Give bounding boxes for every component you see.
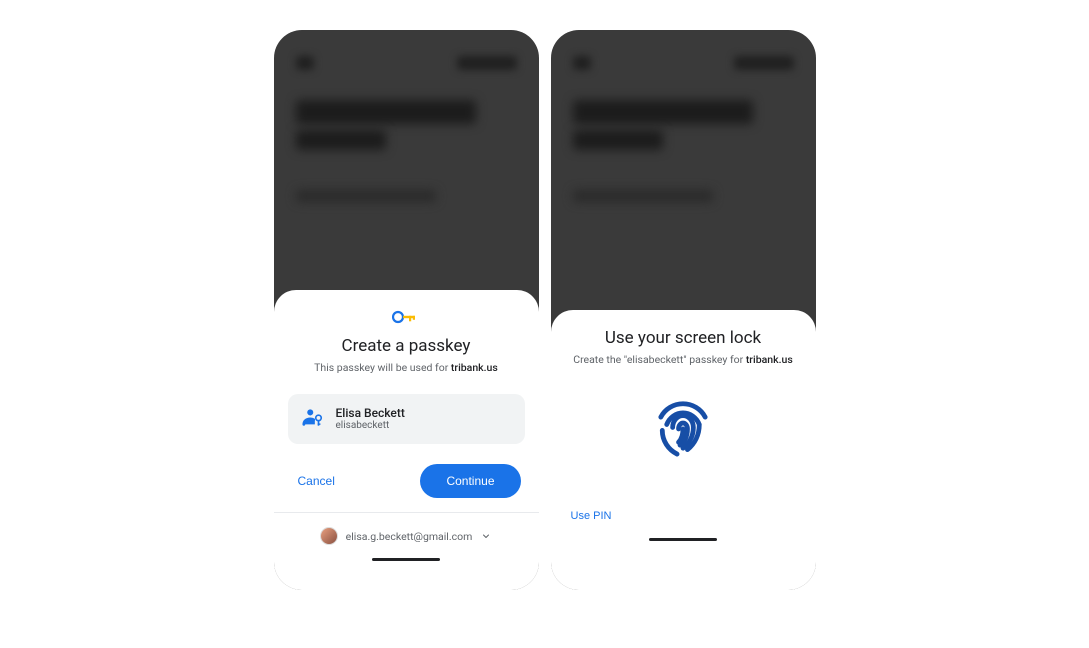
- bottom-sheet-create-passkey: Create a passkey This passkey will be us…: [274, 290, 539, 590]
- domain-text: tribank.us: [746, 353, 793, 366]
- sheet-title: Use your screen lock: [565, 328, 802, 348]
- home-indicator: [649, 538, 717, 541]
- sheet-title: Create a passkey: [288, 336, 525, 356]
- domain-text: tribank.us: [451, 361, 498, 374]
- account-name: Elisa Beckett: [336, 406, 405, 420]
- fingerprint-icon[interactable]: [646, 386, 720, 464]
- account-card[interactable]: Elisa Beckett elisabeckett: [288, 394, 525, 444]
- person-passkey-icon: [302, 406, 324, 432]
- bottom-sheet-screen-lock: Use your screen lock Create the "elisabe…: [551, 310, 816, 590]
- continue-button[interactable]: Continue: [420, 464, 520, 498]
- account-selector[interactable]: elisa.g.beckett@gmail.com: [288, 521, 525, 548]
- account-email: elisa.g.beckett@gmail.com: [346, 530, 473, 543]
- passkey-header-icon: [288, 308, 525, 326]
- sheet-subtitle: This passkey will be used for tribank.us: [288, 361, 525, 376]
- use-pin-button[interactable]: Use PIN: [571, 504, 612, 528]
- divider: [274, 512, 539, 513]
- account-username: elisabeckett: [336, 420, 405, 431]
- avatar: [320, 527, 338, 545]
- chevron-down-icon: [480, 527, 492, 546]
- phone-screen-lock: Use your screen lock Create the "elisabe…: [551, 30, 816, 590]
- sheet-subtitle: Create the "elisabeckett" passkey for tr…: [565, 353, 802, 368]
- home-indicator: [372, 558, 440, 561]
- phone-create-passkey: Create a passkey This passkey will be us…: [274, 30, 539, 590]
- cancel-button[interactable]: Cancel: [292, 466, 341, 496]
